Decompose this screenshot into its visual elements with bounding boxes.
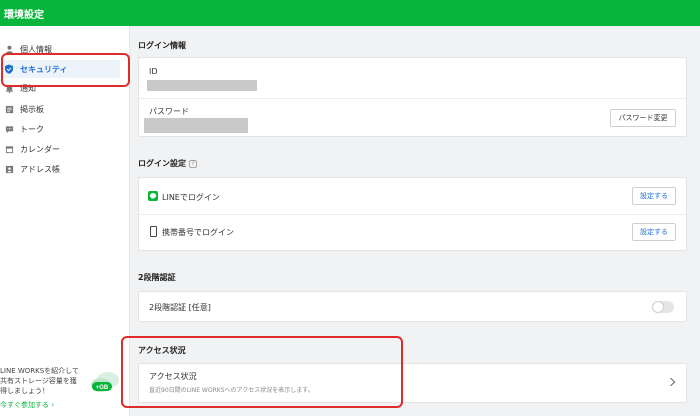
cloud-storage-icon: +GB: [91, 372, 119, 392]
login-settings-card: LINEでログイン 設定する 携帯番号でログイン 設定する: [138, 177, 687, 251]
login-settings-title-text: ログイン設定: [138, 159, 186, 168]
address-book-icon: [4, 164, 14, 174]
divider: [139, 98, 686, 99]
calendar-icon: [4, 144, 14, 154]
line-login-setup-button[interactable]: 設定する: [632, 187, 676, 205]
app-header: 環境設定: [0, 0, 700, 26]
sidebar-item-calendar[interactable]: カレンダー: [0, 140, 126, 158]
sidebar-item-talk[interactable]: トーク: [0, 120, 126, 138]
login-info-card: ID パスワード パスワード変更: [138, 57, 687, 137]
promo-text: LINE WORKSを紹介して共有ストレージ容量を獲得しましょう！: [0, 367, 79, 395]
chevron-right-icon: [666, 377, 676, 387]
login-settings-title: ログイン設定?: [138, 158, 197, 169]
password-label: パスワード: [149, 107, 189, 116]
sidebar-item-label: アドレス帳: [20, 164, 60, 174]
change-password-button[interactable]: パスワード変更: [610, 109, 676, 127]
page-title: 環境設定: [4, 10, 44, 21]
line-login-label: LINEでログイン: [162, 193, 220, 202]
help-icon[interactable]: ?: [189, 159, 197, 168]
phone-login-setup-button[interactable]: 設定する: [632, 223, 676, 241]
sidebar-item-board[interactable]: 掲示板: [0, 100, 126, 118]
chat-icon: [4, 124, 14, 134]
promo-link[interactable]: 今すぐ参加する ›: [0, 400, 54, 410]
id-label: ID: [149, 67, 158, 76]
access-highlight: [121, 336, 403, 408]
board-icon: [4, 104, 14, 114]
line-logo-icon: [148, 191, 158, 201]
two-factor-label: 2段階認証 [任意]: [149, 303, 211, 312]
phone-icon: [150, 226, 157, 237]
login-info-title: ログイン情報: [138, 41, 186, 50]
security-highlight: [1, 53, 130, 87]
two-factor-card: 2段階認証 [任意]: [138, 291, 687, 322]
divider: [139, 214, 686, 215]
phone-login-label: 携帯番号でログイン: [162, 228, 234, 237]
sidebar-item-contacts[interactable]: アドレス帳: [0, 160, 126, 178]
two-factor-toggle[interactable]: [652, 301, 674, 313]
promo-badge: +GB: [96, 385, 109, 391]
two-factor-title: 2段階認証: [138, 273, 176, 282]
sidebar-item-label: カレンダー: [20, 144, 60, 154]
toggle-knob: [652, 301, 664, 313]
id-value-redacted: [147, 80, 257, 91]
password-value-redacted: [144, 118, 248, 133]
sidebar-item-label: 掲示板: [20, 104, 44, 114]
sidebar-item-label: トーク: [20, 124, 44, 134]
